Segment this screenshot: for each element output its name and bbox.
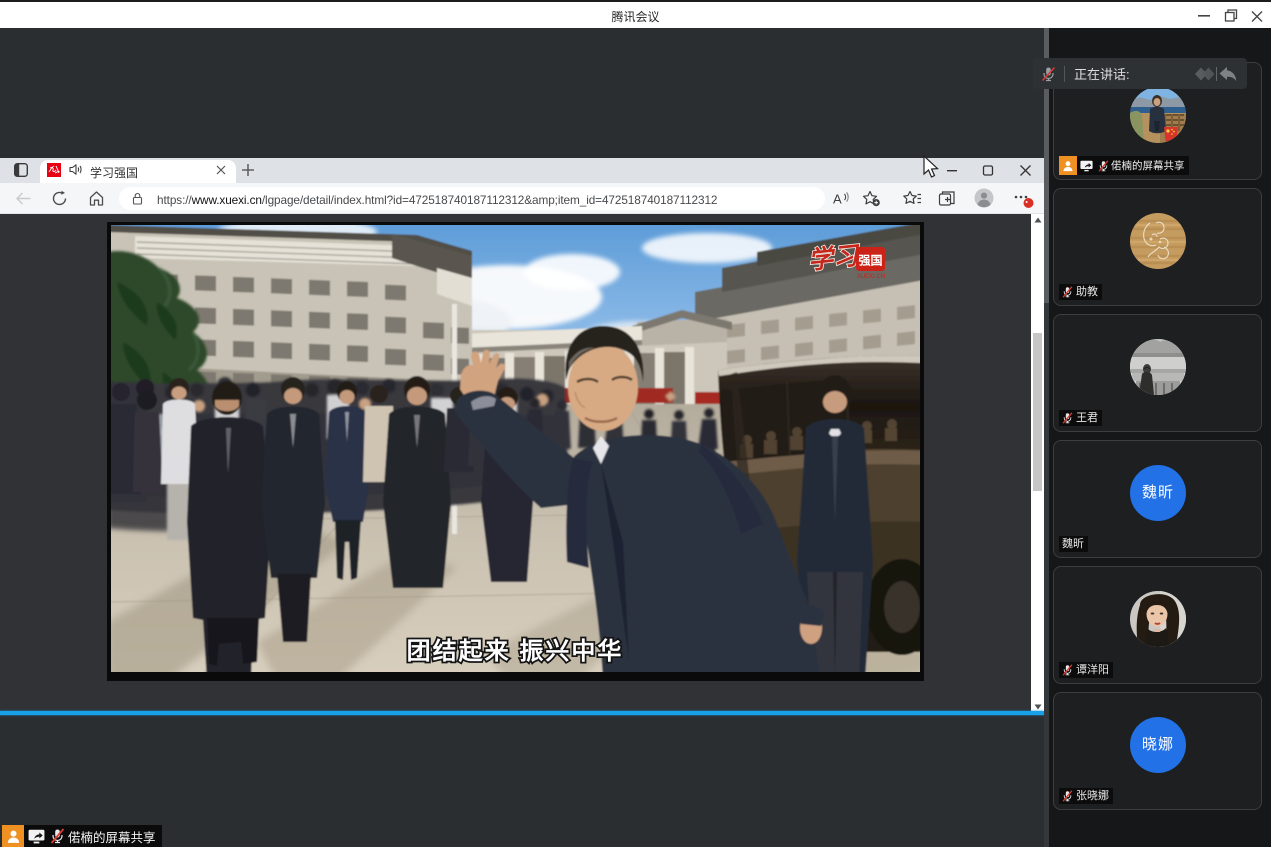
svg-text:学习: 学习 (807, 242, 863, 275)
svg-text:强国: 强国 (858, 254, 882, 268)
svg-text:A: A (833, 192, 842, 207)
svg-text:XUEXI.CN: XUEXI.CN (857, 274, 885, 280)
svg-text:团结起来 振兴中华: 团结起来 振兴中华 (407, 637, 624, 665)
